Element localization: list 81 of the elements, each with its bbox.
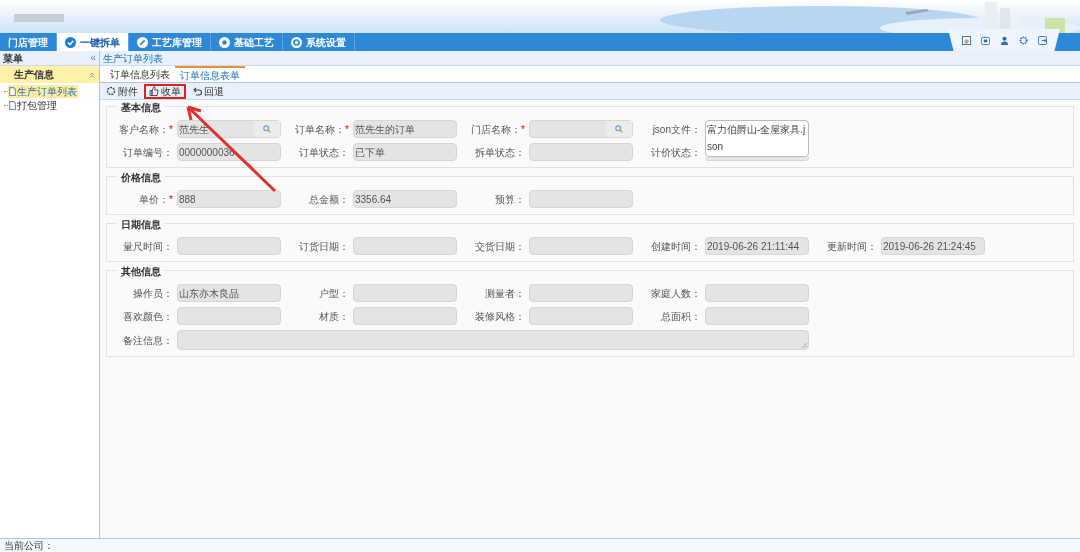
input-field[interactable]: 3356.64 (353, 190, 457, 208)
field-label: 总面积： (661, 309, 701, 324)
logout-icon[interactable] (1037, 35, 1047, 45)
search-field[interactable]: 范先生 (177, 120, 281, 138)
section-title: 日期信息 (117, 216, 165, 232)
field-label: 计价状态： (651, 145, 701, 160)
toolbar-button[interactable]: 回退 (189, 83, 227, 99)
field-label: 装修风格： (475, 309, 525, 324)
input-field[interactable]: 2019-06-26 21:24:45 (881, 237, 985, 255)
field-label: 门店名称： (471, 122, 522, 137)
field-label: 订货日期： (299, 239, 349, 254)
tab[interactable]: 订单信息列表 (105, 66, 175, 82)
field-label: 单价： (139, 192, 170, 207)
input-field[interactable] (177, 307, 281, 325)
check-icon (65, 36, 76, 48)
field-label: 更新时间： (827, 239, 877, 254)
picture-icon[interactable] (961, 35, 971, 45)
required-mark: * (521, 122, 525, 137)
input-field[interactable] (529, 307, 633, 325)
input-field[interactable] (353, 237, 457, 255)
input-field[interactable]: 已下单 (353, 143, 457, 161)
field-label: 订单编号： (123, 145, 173, 160)
sidebar-item[interactable]: 打包管理 (8, 99, 58, 112)
field-label: 总金额： (309, 192, 349, 207)
input-field[interactable] (705, 284, 809, 302)
sidebar-group[interactable]: 生产信息 (0, 66, 99, 83)
field-label: 喜欢颜色： (123, 309, 173, 324)
undo-icon (192, 86, 202, 96)
user-icon[interactable] (999, 35, 1009, 45)
field-label: 户型： (319, 286, 349, 301)
field-label: json文件： (652, 122, 701, 137)
field-label: 操作员： (133, 286, 173, 301)
input-field[interactable]: 山东亦木良品 (177, 284, 281, 302)
file-name-box[interactable]: 富力伯爵山-全屋家具.json (705, 120, 809, 157)
field-label: 预算： (495, 192, 525, 207)
input-field[interactable] (529, 143, 633, 161)
nav-tab[interactable]: 一键拆单 (57, 33, 129, 51)
input-field[interactable] (353, 307, 457, 325)
search-icon (615, 125, 623, 133)
field-label: 创建时间： (651, 239, 701, 254)
input-field[interactable]: 0000000036 (177, 143, 281, 161)
required-mark: * (169, 192, 173, 207)
field-label: 测量者： (485, 286, 525, 301)
chevron-icon (89, 71, 95, 78)
sidebar-item[interactable]: 生产订单列表 (8, 85, 78, 98)
input-field[interactable] (529, 284, 633, 302)
search-field[interactable] (529, 120, 633, 138)
section-title: 其他信息 (117, 263, 165, 279)
input-field[interactable]: 范先生的订单 (353, 120, 457, 138)
breadcrumb: 生产订单列表 (103, 51, 163, 66)
input-field[interactable]: 2019-06-26 21:11:44 (705, 237, 809, 255)
field-label: 量尺时间： (123, 239, 173, 254)
input-field[interactable] (529, 190, 633, 208)
field-label: 拆单状态： (475, 145, 525, 160)
section-title: 价格信息 (117, 169, 165, 185)
field-label: 订单状态： (299, 145, 349, 160)
field-label: 备注信息： (123, 333, 173, 348)
field-label: 材质： (319, 309, 349, 324)
tab[interactable]: 订单信息表单 (175, 66, 245, 82)
field-label: 交货日期： (475, 239, 525, 254)
input-field[interactable]: 888 (177, 190, 281, 208)
toolbar-button[interactable]: 收单 (144, 83, 186, 99)
notes-textarea[interactable] (177, 330, 809, 350)
brush-icon (137, 36, 148, 48)
resize-grip-icon[interactable] (802, 343, 807, 348)
toolbar-button[interactable]: 附件 (103, 83, 141, 99)
input-field[interactable] (529, 237, 633, 255)
status-text: 当前公司： (4, 539, 54, 552)
thumbs-up-icon (149, 86, 159, 96)
required-mark: * (169, 122, 173, 137)
sidebar-title: 菜单 (3, 51, 23, 66)
required-mark: * (345, 122, 349, 137)
input-field[interactable] (705, 157, 809, 161)
field-label: 家庭人数： (651, 286, 701, 301)
field-label: 客户名称： (119, 122, 170, 137)
field-label: 订单名称： (295, 122, 346, 137)
input-field[interactable] (353, 284, 457, 302)
input-field[interactable] (705, 307, 809, 325)
target-icon (291, 36, 302, 48)
search-icon (263, 125, 271, 133)
input-field[interactable] (177, 237, 281, 255)
